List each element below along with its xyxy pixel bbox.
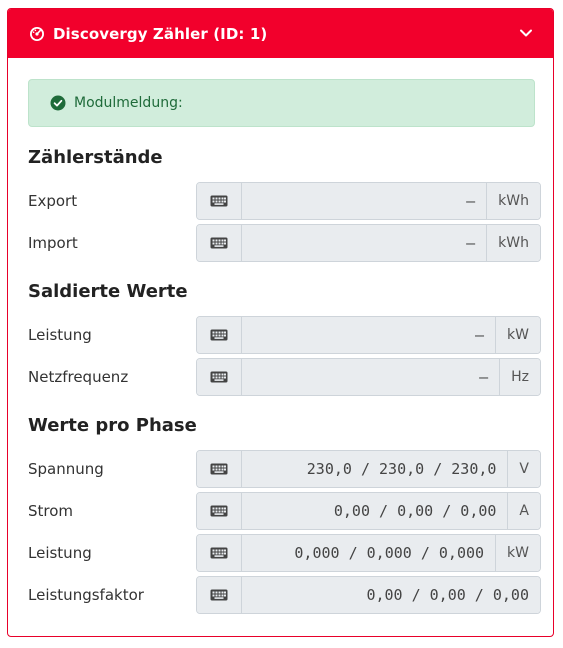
section-werte-pro-phase: Werte pro Phase <box>28 415 197 436</box>
row-import: Import – kWh <box>28 224 541 262</box>
chevron-down-icon[interactable] <box>519 26 533 40</box>
value-field: 0,000 / 0,000 / 0,000 <box>242 535 496 571</box>
value-field: – <box>242 225 487 261</box>
unit-label: A <box>507 493 540 529</box>
value-field: 0,00 / 0,00 / 0,00 <box>242 493 508 529</box>
row-label: Leistungsfaktor <box>28 586 144 604</box>
unit-label: kW <box>495 317 540 353</box>
value-group: 0,00 / 0,00 / 0,00 A <box>196 492 541 530</box>
card-title: Discovergy Zähler (ID: 1) <box>53 24 268 43</box>
value-group: – kWh <box>196 182 541 220</box>
check-circle-icon <box>50 95 66 111</box>
value-group: – kW <box>196 316 541 354</box>
keyboard-icon <box>197 535 242 571</box>
keyboard-icon <box>197 577 242 613</box>
unit-label: kW <box>495 535 540 571</box>
keyboard-icon <box>197 317 242 353</box>
unit-label: Hz <box>499 359 540 395</box>
card-header[interactable]: Discovergy Zähler (ID: 1) <box>8 9 553 58</box>
value-field: – <box>242 317 496 353</box>
section-saldierte-werte: Saldierte Werte <box>28 281 188 302</box>
section-zaehlerstaende: Zählerstände <box>28 147 163 168</box>
module-message-alert: Modulmeldung: <box>28 79 535 127</box>
keyboard-icon <box>197 451 242 487</box>
value-group: 230,0 / 230,0 / 230,0 V <box>196 450 541 488</box>
unit-label: kWh <box>486 183 540 219</box>
row-leistung-saldiert: Leistung – kW <box>28 316 541 354</box>
row-leistung-phase: Leistung 0,000 / 0,000 / 0,000 kW <box>28 534 541 572</box>
value-group: – Hz <box>196 358 541 396</box>
row-label: Export <box>28 192 78 210</box>
unit-label: kWh <box>486 225 540 261</box>
value-group: 0,00 / 0,00 / 0,00 <box>196 576 541 614</box>
alert-text: Modulmeldung: <box>74 95 183 111</box>
keyboard-icon <box>197 359 242 395</box>
keyboard-icon <box>197 225 242 261</box>
value-group: – kWh <box>196 224 541 262</box>
gauge-icon <box>30 26 44 41</box>
keyboard-icon <box>197 183 242 219</box>
row-label: Netzfrequenz <box>28 368 129 386</box>
row-label: Strom <box>28 502 74 520</box>
keyboard-icon <box>197 493 242 529</box>
unit-label: V <box>507 451 540 487</box>
value-group: 0,000 / 0,000 / 0,000 kW <box>196 534 541 572</box>
row-label: Import <box>28 234 78 252</box>
value-field: 230,0 / 230,0 / 230,0 <box>242 451 508 487</box>
value-field: – <box>242 183 487 219</box>
row-label: Leistung <box>28 544 92 562</box>
row-spannung: Spannung 230,0 / 230,0 / 230,0 V <box>28 450 541 488</box>
row-netzfrequenz: Netzfrequenz – Hz <box>28 358 541 396</box>
row-strom: Strom 0,00 / 0,00 / 0,00 A <box>28 492 541 530</box>
row-export: Export – kWh <box>28 182 541 220</box>
row-label: Leistung <box>28 326 92 344</box>
value-field: – <box>242 359 500 395</box>
row-label: Spannung <box>28 460 104 478</box>
row-leistungsfaktor: Leistungsfaktor 0,00 / 0,00 / 0,00 <box>28 576 541 614</box>
discovergy-card: Discovergy Zähler (ID: 1) Modulmeldung: … <box>7 8 554 637</box>
value-field: 0,00 / 0,00 / 0,00 <box>242 577 540 613</box>
